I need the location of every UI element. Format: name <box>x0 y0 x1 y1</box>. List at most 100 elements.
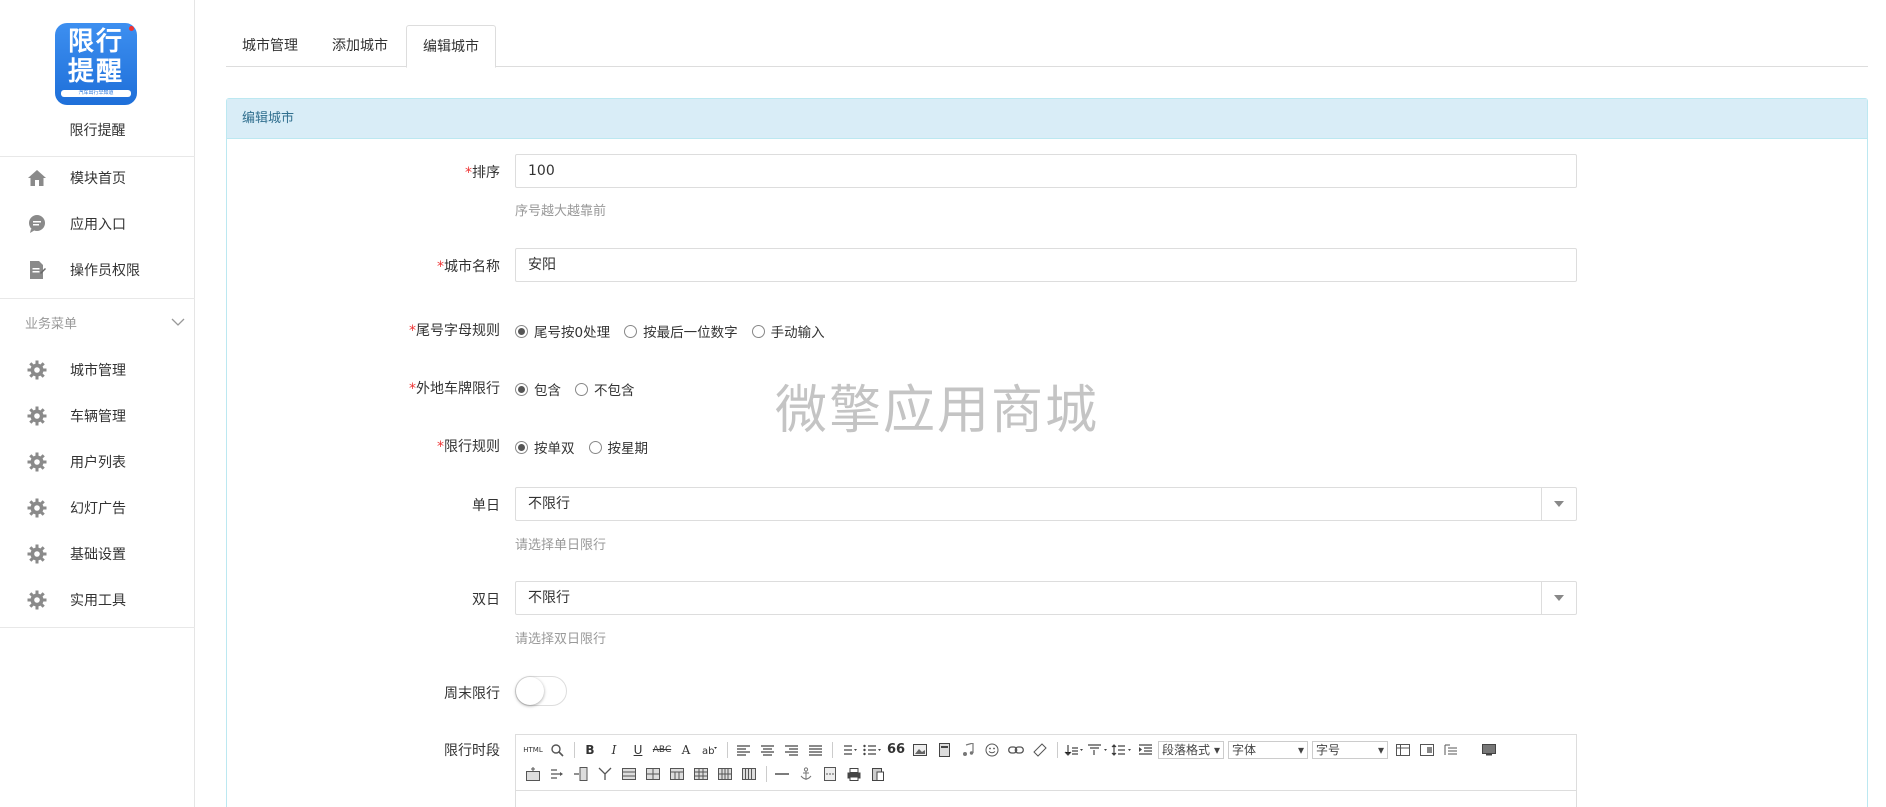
unordered-list-icon[interactable] <box>861 740 883 760</box>
toolbar-separator <box>832 742 833 758</box>
strikethrough-button[interactable]: ABC <box>651 740 673 760</box>
single-day-select[interactable]: 不限行 <box>515 487 1577 521</box>
table-icon[interactable] <box>666 764 688 784</box>
sidebar-item-slide-ads[interactable]: 幻灯广告 <box>0 488 194 528</box>
limit-rule-label: *限行规则 <box>280 436 500 456</box>
table-icon[interactable] <box>642 764 664 784</box>
table-icon[interactable] <box>714 764 736 784</box>
sidebar-item-home[interactable]: 模块首页 <box>0 158 194 198</box>
image-icon[interactable] <box>909 740 931 760</box>
radio-label: 包含 <box>534 383 561 399</box>
sidebar-item-utilities[interactable]: 实用工具 <box>0 580 194 620</box>
tail-rule-option-zero[interactable]: 尾号按0处理 <box>515 321 610 341</box>
tab-city-management[interactable]: 城市管理 <box>226 25 314 67</box>
font-family-select[interactable]: 字体 ▾ <box>1228 741 1308 759</box>
row-spacing-bottom-icon[interactable] <box>1086 740 1108 760</box>
fullscreen-icon[interactable] <box>1478 740 1500 760</box>
logo-line2: 提醒 <box>67 57 124 87</box>
sidebar-item-user-list[interactable]: 用户列表 <box>0 442 194 482</box>
sidebar-divider <box>0 298 195 299</box>
sidebar-item-operator-permission[interactable]: 操作员权限 <box>0 250 194 290</box>
bold-button[interactable]: B <box>579 740 601 760</box>
paste-icon[interactable] <box>867 764 889 784</box>
foreign-plate-option-exclude[interactable]: 不包含 <box>575 379 635 399</box>
double-day-select[interactable]: 不限行 <box>515 581 1577 615</box>
sidebar-item-vehicle-management[interactable]: 车辆管理 <box>0 396 194 436</box>
blockquote-button[interactable]: 66 <box>885 740 907 760</box>
sort-input[interactable]: 100 <box>515 154 1577 188</box>
html-source-button[interactable]: HTML <box>522 740 544 760</box>
city-name-label-text: 城市名称 <box>444 259 500 275</box>
radio-unchecked <box>588 440 602 454</box>
app-root: 限行 提醒 汽车出行早知道 限行提醒 模块首页 应用入口 操作员权限 业务菜单 <box>0 0 1886 807</box>
tab-edit-city[interactable]: 编辑城市 <box>406 25 496 68</box>
emoji-icon[interactable] <box>981 740 1003 760</box>
highlight-icon[interactable]: ab <box>699 740 721 760</box>
sidebar-item-app-entry[interactable]: 应用入口 <box>0 204 194 244</box>
align-justify-icon[interactable] <box>804 740 826 760</box>
limit-rule-option-odd-even[interactable]: 按单双 <box>515 437 575 457</box>
anchor-icon[interactable] <box>795 764 817 784</box>
toolbar-separator <box>766 766 767 782</box>
app-name: 限行提醒 <box>69 123 126 139</box>
align-center-icon[interactable] <box>756 740 778 760</box>
sidebar-item-basic-settings[interactable]: 基础设置 <box>0 534 194 574</box>
weekend-toggle[interactable] <box>515 676 567 706</box>
editor-content-area[interactable] <box>516 790 1576 791</box>
sidebar-item-label: 实用工具 <box>70 593 126 609</box>
gear-icon <box>26 451 48 473</box>
radio-unchecked <box>575 382 588 396</box>
single-day-hint: 请选择单日限行 <box>515 538 607 553</box>
horizontal-rule-icon[interactable] <box>771 764 793 784</box>
file-icon[interactable] <box>933 740 955 760</box>
radio-label: 按星期 <box>607 441 649 457</box>
limit-rule-option-weekday[interactable]: 按星期 <box>588 437 649 457</box>
paragraph-format-select[interactable]: 段落格式 ▾ <box>1158 741 1224 759</box>
page-break-icon[interactable] <box>819 764 841 784</box>
sidebar-item-city-management[interactable]: 城市管理 <box>0 350 194 390</box>
caret-down-icon <box>1541 582 1576 614</box>
row-spacing-top-icon[interactable] <box>1062 740 1084 760</box>
gear-icon <box>26 543 48 565</box>
toolbar-separator <box>727 742 728 758</box>
link-icon[interactable] <box>1005 740 1027 760</box>
tail-rule-option-manual[interactable]: 手动输入 <box>751 321 825 341</box>
tail-rule-option-last-digit[interactable]: 按最后一位数字 <box>624 321 738 341</box>
chevron-down-icon <box>171 315 185 330</box>
print-icon[interactable] <box>843 764 865 784</box>
align-left-icon[interactable] <box>732 740 754 760</box>
indent-icon[interactable] <box>1134 740 1156 760</box>
tab-add-city[interactable]: 添加城市 <box>316 25 404 67</box>
double-day-hint: 请选择双日限行 <box>515 632 607 647</box>
italic-button[interactable]: I <box>603 740 625 760</box>
editor-toolbar: HTML B I U ABC A ab 66 段落格式 ▾ 字体 ▾ 字号 ▾ <box>516 735 1576 789</box>
radio-checked <box>515 382 528 396</box>
preview-icon[interactable] <box>546 740 568 760</box>
table-icon[interactable] <box>618 764 640 784</box>
table-icon[interactable] <box>690 764 712 784</box>
insert-col-icon[interactable] <box>546 764 568 784</box>
insert-table-icon[interactable] <box>1440 740 1462 760</box>
table-icon[interactable] <box>738 764 760 784</box>
directionality-icon[interactable] <box>1392 740 1414 760</box>
double-day-label: 双日 <box>472 592 500 608</box>
eraser-icon[interactable] <box>1029 740 1051 760</box>
line-height-icon[interactable] <box>1110 740 1132 760</box>
underline-button[interactable]: U <box>627 740 649 760</box>
sort-label-text: 排序 <box>472 165 500 181</box>
music-icon[interactable] <box>957 740 979 760</box>
font-size-select[interactable]: 字号 ▾ <box>1312 741 1388 759</box>
ordered-list-icon[interactable] <box>837 740 859 760</box>
sidebar-divider <box>0 627 195 628</box>
gear-icon <box>26 405 48 427</box>
insert-frame-icon[interactable] <box>1416 740 1438 760</box>
sidebar-group-business[interactable]: 业务菜单 <box>25 313 185 332</box>
merge-cells-icon[interactable] <box>594 764 616 784</box>
foreign-plate-option-include[interactable]: 包含 <box>515 379 561 399</box>
gear-icon <box>26 359 48 381</box>
delete-col-icon[interactable] <box>570 764 592 784</box>
font-color-button[interactable]: A <box>675 740 697 760</box>
align-right-icon[interactable] <box>780 740 802 760</box>
city-name-input[interactable]: 安阳 <box>515 248 1577 282</box>
insert-row-icon[interactable] <box>522 764 544 784</box>
